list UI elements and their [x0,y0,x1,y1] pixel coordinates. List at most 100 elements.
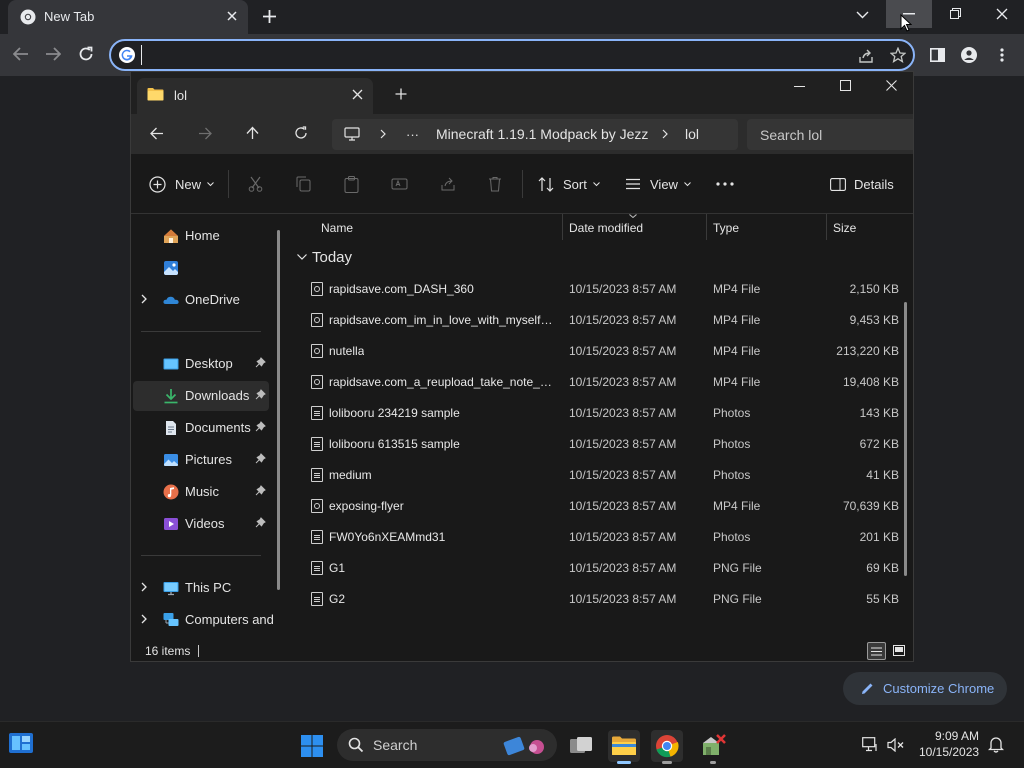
nav-item-this-pc[interactable]: This PC [131,573,279,603]
chevron-down-icon[interactable] [297,254,307,260]
chevron-right-icon[interactable] [662,129,668,139]
taskbar-chrome[interactable] [651,730,683,764]
notification-bell-icon[interactable] [988,736,1004,753]
rename-icon[interactable] [391,176,408,192]
pin-icon[interactable] [255,485,266,496]
pin-icon[interactable] [255,357,266,368]
taskbar-search-box[interactable]: Search [337,729,557,761]
pin-icon[interactable] [255,421,266,432]
group-header-today[interactable]: Today [289,246,904,270]
delete-icon[interactable] [488,176,502,192]
back-arrow-icon[interactable] [13,47,29,61]
forward-arrow-icon[interactable] [45,47,61,61]
file-row[interactable]: FW0Yo6nXEAMmd31 10/15/2023 8:57 AM Photos 2… [289,522,904,553]
sort-button[interactable]: Sort [538,154,600,214]
nav-item-network[interactable]: Computers and [131,605,279,635]
pin-icon[interactable] [255,453,266,464]
share-icon[interactable] [440,176,456,192]
clock-date[interactable]: 10/15/2023 [919,745,979,759]
nav-item-gallery[interactable] [131,253,279,283]
back-arrow-icon[interactable] [150,127,164,140]
customize-chrome-button[interactable]: Customize Chrome [843,672,1007,705]
search-box[interactable]: Search lol [747,119,913,150]
column-header-date[interactable]: Date modified [569,221,643,235]
tab-search-chevron-icon[interactable] [856,10,869,20]
nav-item-onedrive[interactable]: OneDrive [131,285,279,315]
forward-arrow-icon[interactable] [198,127,212,140]
nav-item-pictures[interactable]: Pictures [131,445,279,475]
reload-icon[interactable] [78,46,94,62]
nav-item-desktop[interactable]: Desktop [131,349,279,379]
nav-scrollbar[interactable] [277,230,280,590]
task-view-button[interactable] [565,730,597,762]
taskbar-file-explorer[interactable] [608,730,640,764]
widgets-button[interactable] [8,732,36,760]
nav-item-documents[interactable]: Documents [131,413,279,443]
nav-item-music[interactable]: Music [131,477,279,507]
breadcrumb[interactable]: ··· Minecraft 1.19.1 Modpack by Jezz lol [332,119,738,150]
bookmark-star-icon[interactable] [890,47,906,63]
chevron-right-icon[interactable] [141,614,147,624]
network-volume-icon[interactable] [887,738,905,752]
refresh-icon[interactable] [294,126,308,140]
explorer-minimize-icon[interactable] [794,86,805,88]
nav-item-downloads[interactable]: Downloads [133,381,269,411]
column-divider[interactable] [562,214,563,240]
nav-item-videos[interactable]: Videos [131,509,279,539]
paste-icon[interactable] [344,176,359,193]
cut-icon[interactable] [248,176,263,192]
close-tab-icon[interactable] [226,10,238,22]
explorer-maximize-icon[interactable] [840,80,851,91]
file-row[interactable]: exposing-flyer 10/15/2023 8:57 AM MP4 File… [289,491,904,522]
new-tab-plus-icon[interactable] [262,9,277,24]
column-header-size[interactable]: Size [833,221,856,235]
new-button[interactable]: New [149,154,214,214]
side-panel-icon[interactable] [930,48,945,62]
column-divider[interactable] [826,214,827,240]
column-header-name[interactable]: Name [321,221,353,235]
file-row[interactable]: medium 10/15/2023 8:57 AM Photos 41 KB [289,460,904,491]
breadcrumb-item[interactable]: Minecraft 1.19.1 Modpack by Jezz [436,126,648,142]
file-row[interactable]: rapidsave.com_a_reupload_take_note_thi..… [289,367,904,398]
taskbar-app-icon[interactable] [697,730,729,764]
nav-item-home[interactable]: Home [131,221,279,251]
address-input[interactable] [141,45,741,65]
close-tab-icon[interactable] [352,89,363,100]
pin-icon[interactable] [255,517,266,528]
explorer-tab-lol[interactable]: lol [137,78,373,114]
pin-icon[interactable] [255,389,266,400]
address-bar[interactable] [109,39,915,71]
file-row[interactable]: rapidsave.com_im_in_love_with_myself-...… [289,305,904,336]
chevron-right-icon[interactable] [141,294,147,304]
more-locations-icon[interactable]: ··· [406,127,419,142]
display-settings-icon[interactable] [862,737,879,752]
column-header-type[interactable]: Type [713,221,739,235]
file-row[interactable]: rapidsave.com_DASH_360 10/15/2023 8:57 AM… [289,274,904,305]
file-row[interactable]: lolibooru 613515 sample 10/15/2023 8:57 A… [289,429,904,460]
chevron-right-icon[interactable] [141,582,147,592]
search-input[interactable]: Search lol [760,127,822,143]
view-button[interactable]: View [625,154,691,214]
this-pc-monitor-icon[interactable] [344,127,360,141]
explorer-close-icon[interactable] [886,80,897,91]
breadcrumb-item-current[interactable]: lol [685,126,699,142]
new-tab-plus-icon[interactable] [395,88,407,100]
more-options-icon[interactable] [716,182,734,186]
file-row[interactable]: G2 10/15/2023 8:57 AM PNG File 55 KB [289,584,904,615]
chrome-tab-new-tab[interactable]: New Tab [8,0,248,34]
up-arrow-icon[interactable] [246,126,259,140]
vertical-scrollbar[interactable] [904,302,907,576]
copy-icon[interactable] [296,176,311,192]
chevron-right-icon[interactable] [380,129,386,139]
restore-button[interactable] [932,0,978,28]
file-row[interactable]: nutella 10/15/2023 8:57 AM MP4 File 213,220… [289,336,904,367]
start-button[interactable] [296,730,328,762]
clock-time[interactable]: 9:09 AM [935,729,979,743]
share-icon[interactable] [858,48,874,64]
column-divider[interactable] [706,214,707,240]
details-pane-button[interactable]: Details [830,154,894,214]
close-window-button[interactable] [978,0,1024,28]
file-row[interactable]: G1 10/15/2023 8:57 AM PNG File 69 KB [289,553,904,584]
chrome-menu-icon[interactable] [1000,48,1004,62]
file-row[interactable]: lolibooru 234219 sample 10/15/2023 8:57 A… [289,398,904,429]
